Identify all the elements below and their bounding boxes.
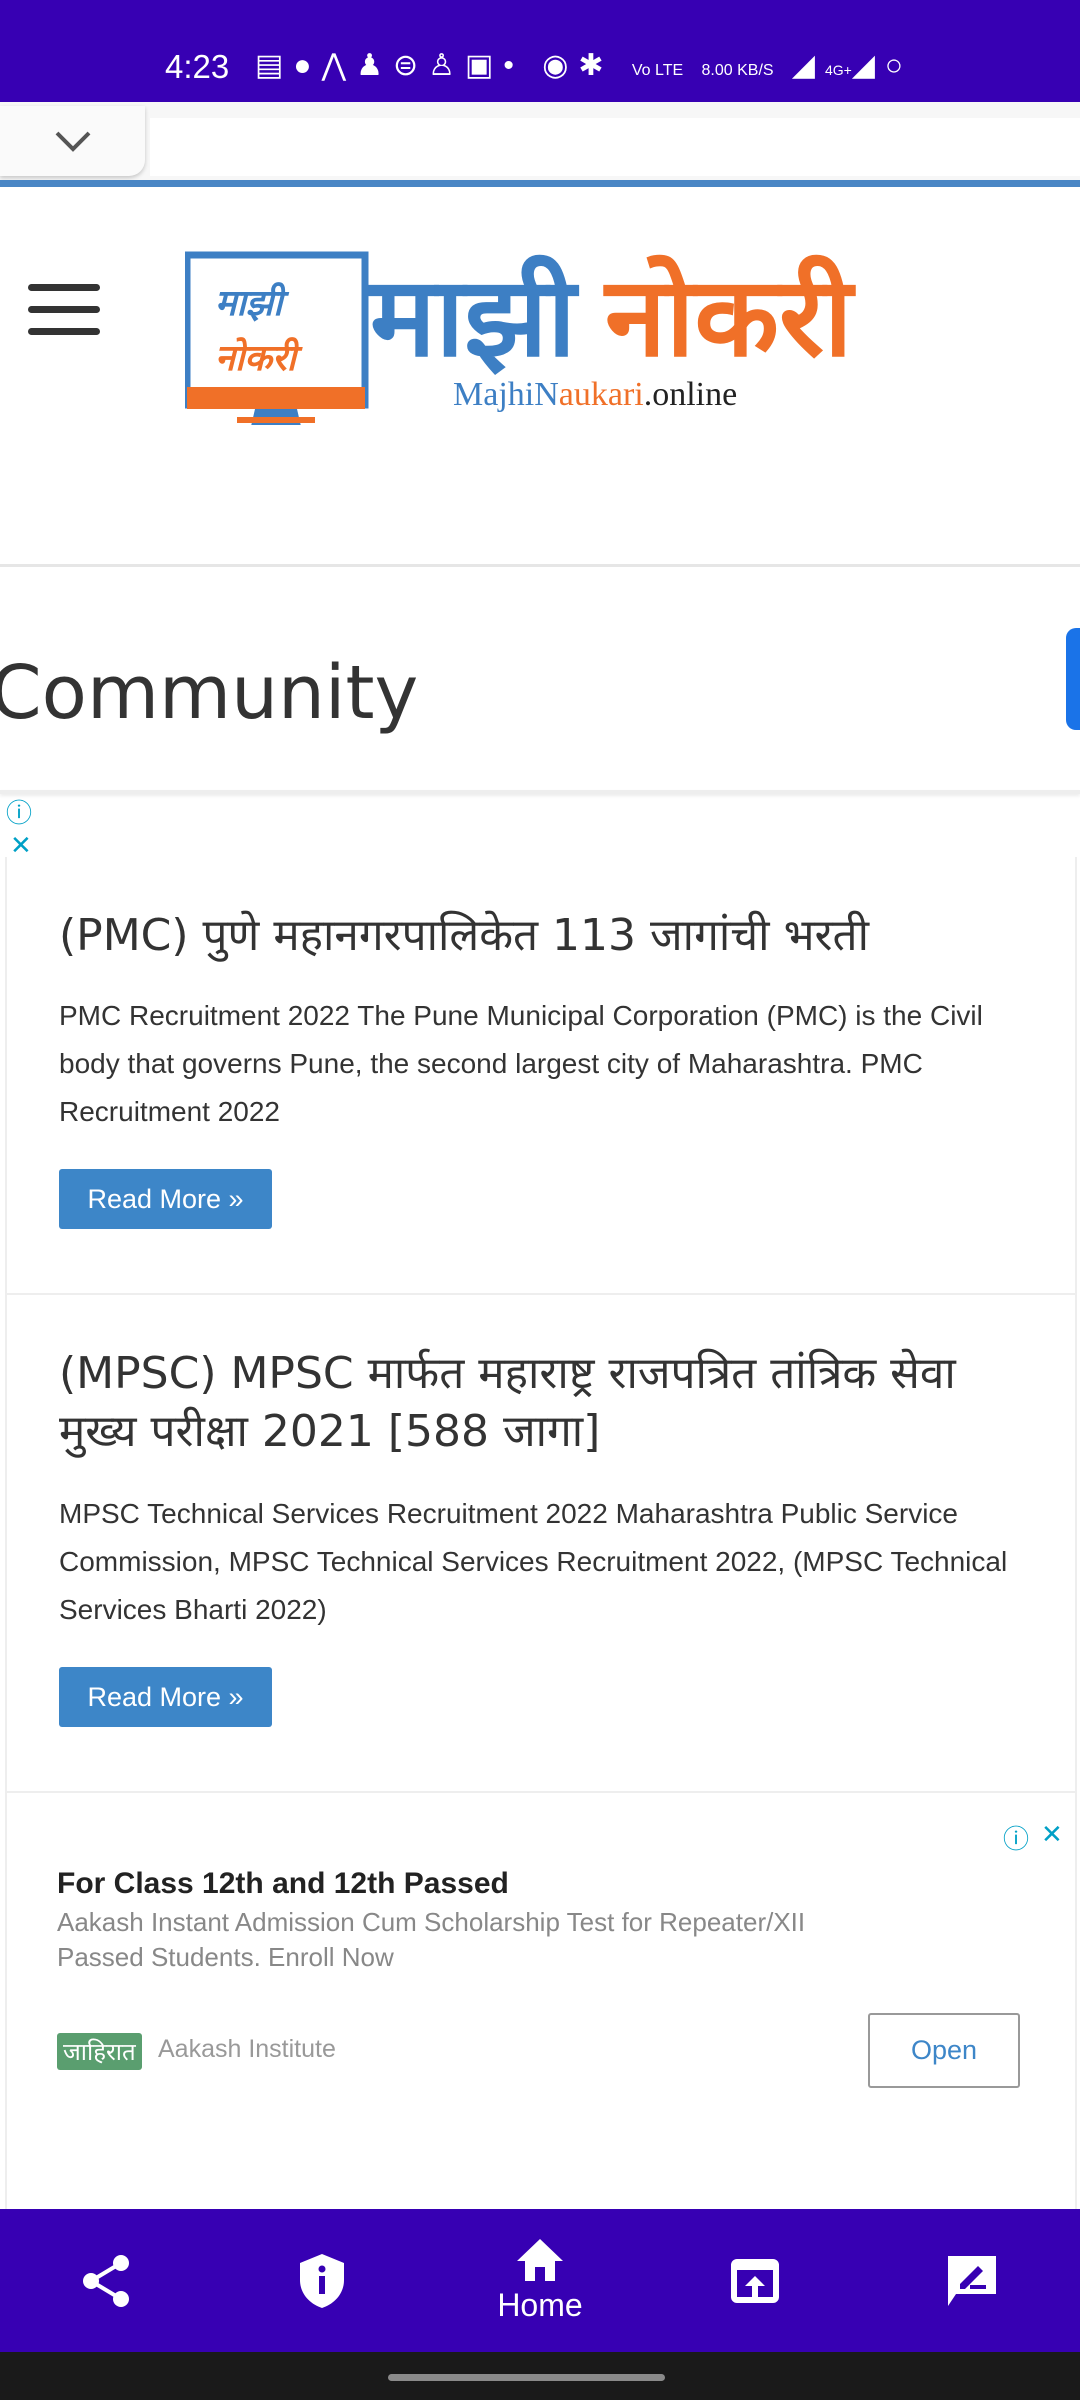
nav-share[interactable] <box>47 2209 167 2352</box>
svg-text:नोकरी: नोकरी <box>603 254 856 379</box>
home-gesture-handle[interactable] <box>388 2374 665 2381</box>
signal-icon-2: ◢ <box>851 49 885 82</box>
nav-privacy[interactable] <box>262 2209 382 2352</box>
post-excerpt: MPSC Technical Services Recruitment 2022… <box>59 1498 1008 1625</box>
signal-icon: ◢ <box>791 49 825 82</box>
ad-close-icon[interactable]: ✕ <box>1041 1819 1063 1850</box>
ad-badge: जाहिरात <box>57 2033 142 2070</box>
nav-home-label: Home <box>497 2287 583 2323</box>
progress-line <box>0 180 1080 187</box>
collapse-toolbar-button[interactable] <box>0 106 145 176</box>
open-external-icon <box>731 2258 779 2303</box>
feedback-icon <box>948 2255 996 2306</box>
battery-icon: ○ <box>884 49 914 82</box>
status-icons: ▤●⋀♟⊜♙▣• ◉✱ Vo LTE 8.00 KB/S ◢4G+◢○ <box>255 48 913 83</box>
ad-banner[interactable]: ⓘ ✕ For Class 12th and 12th Passed Aakas… <box>5 1795 1077 2209</box>
network-type: 4G+ <box>824 62 852 78</box>
logo-graphic: माझी नोकरी माझी नोकरी MajhiNaukari.onlin… <box>183 251 856 435</box>
bottom-nav: Home <box>0 2209 1080 2352</box>
ad-title: For Class 12th and 12th Passed <box>57 1867 509 1900</box>
post-item: (PMC) पुणे महानगरपालिकेत 113 जागांची भरत… <box>7 857 1077 1295</box>
toolbar-strip <box>150 118 1080 176</box>
nav-feedback[interactable] <box>912 2209 1032 2352</box>
ad-open-button[interactable]: Open <box>868 2013 1020 2088</box>
section-title: Community <box>0 650 419 736</box>
ad-info-icon[interactable]: ⓘ <box>6 793 32 830</box>
ad-info-icon[interactable]: ⓘ <box>1003 1819 1029 1856</box>
svg-text:माझी: माझी <box>215 282 290 323</box>
status-time: 4:23 <box>165 48 230 85</box>
menu-icon[interactable] <box>28 284 100 336</box>
status-bar: 4:23 ▤●⋀♟⊜♙▣• ◉✱ Vo LTE 8.00 KB/S ◢4G+◢○ <box>0 0 1080 102</box>
svg-text:माझी: माझी <box>368 254 579 379</box>
nav-open-external[interactable] <box>695 2209 815 2352</box>
divider <box>0 790 1080 794</box>
read-more-button[interactable]: Read More » <box>59 1667 272 1727</box>
nav-home[interactable]: Home <box>480 2209 600 2352</box>
post-title[interactable]: (PMC) पुणे महानगरपालिकेत 113 जागांची भरत… <box>59 907 1019 965</box>
svg-text:नोकरी: नोकरी <box>215 337 304 378</box>
ad-advertiser: Aakash Institute <box>158 2035 336 2063</box>
shield-info-icon <box>300 2253 344 2308</box>
site-logo[interactable]: माझी नोकरी माझी नोकरी MajhiNaukari.onlin… <box>183 235 905 435</box>
ad-description: Aakash Instant Admission Cum Scholarship… <box>57 1907 806 1972</box>
home-icon <box>517 2239 563 2281</box>
notification-icons: ▤●⋀♟⊜♙▣• <box>255 49 524 82</box>
post-item: (MPSC) MPSC मार्फत महाराष्ट्र राजपत्रित … <box>7 1295 1077 1793</box>
net-speed: 8.00 KB/S <box>701 62 774 79</box>
divider <box>0 564 1080 567</box>
post-excerpt: PMC Recruitment 2022 The Pune Municipal … <box>59 1000 983 1127</box>
post-title[interactable]: (MPSC) MPSC मार्फत महाराष्ट्र राजपत्रित … <box>59 1345 1019 1461</box>
chevron-down-icon <box>55 131 90 152</box>
hotspot-icon: ◉ <box>542 49 579 82</box>
volte-icon: Vo LTE <box>631 62 684 79</box>
read-more-button[interactable]: Read More » <box>59 1169 272 1229</box>
side-tab[interactable] <box>1066 628 1080 730</box>
svg-text:MajhiNaukari.online: MajhiNaukari.online <box>453 376 737 413</box>
share-icon <box>83 2254 129 2307</box>
bluetooth-icon: ✱ <box>578 49 614 82</box>
